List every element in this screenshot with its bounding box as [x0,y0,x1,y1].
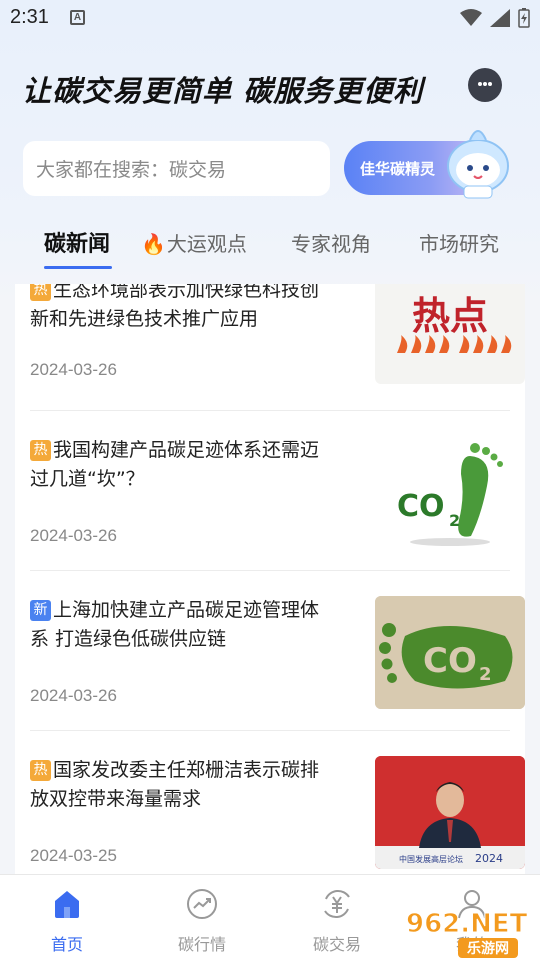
news-thumbnail: CO 2 [375,596,525,709]
news-title: 热国家发改委主任郑栅洁表示碳排放双控带来海量需求 [30,756,335,814]
message-button[interactable] [468,68,502,102]
news-title: 热我国构建产品碳足迹体系还需迈过几道“坎”？ [30,436,335,494]
news-title-text: 生态环境部表示加快绿色科技创新和先进绿色技术推广应用 [30,284,320,330]
watermark-logo: 962.NET 乐游网 [406,909,528,958]
news-date: 2024-03-25 [30,846,117,865]
hot-topic-image: 热点 [397,293,512,353]
speaker-photo-image: 中国发展高层论坛 2024 [375,756,525,869]
page-title: 让碳交易更简单 碳服务更便利 [22,74,424,108]
co2-text: CO [397,489,445,524]
home-icon [55,891,79,918]
hot-tag: 热 [30,284,51,301]
news-list: 热生态环境部表示加快绿色科技创新和先进绿色技术推广应用 2024-03-26 热… [15,284,525,874]
hot-topic-text: 热点 [412,293,488,338]
watermark-site: 乐游网 [467,940,509,957]
news-date: 2024-03-26 [30,526,117,545]
nav-label: 碳行情 [177,935,226,954]
tab-label: 大运观点 [166,232,247,256]
new-tag: 新 [30,600,51,621]
co2-grass-footprint-image: CO 2 [375,596,525,709]
category-tabs: 碳新闻 🔥大运观点 专家视角 市场研究 [0,220,540,270]
nav-trade[interactable]: 碳交易 [287,887,387,955]
chat-bubble-icon [478,82,492,86]
list-item[interactable]: 热生态环境部表示加快绿色科技创新和先进绿色技术推广应用 2024-03-26 热… [30,284,525,436]
mascot-icon [447,130,509,199]
assistant-label: 佳华碳精灵 [360,159,436,178]
forum-year-text: 2024 [475,852,503,865]
co2-text: CO [423,641,477,681]
trend-icon [187,889,217,919]
fire-icon: 🔥 [141,232,166,256]
tab-carbon-news[interactable]: 碳新闻 [44,226,110,258]
watermark-brand: 962.NET [406,909,528,939]
list-item[interactable]: 热我国构建产品碳足迹体系还需迈过几道“坎”？ 2024-03-26 CO 2 [30,436,525,596]
divider [30,730,510,731]
co2-footprint-image: CO 2 [397,443,503,546]
status-bar: 2:31 A [0,0,540,36]
tab-market-research[interactable]: 市场研究 [419,228,499,257]
news-thumbnail: 中国发展高层论坛 2024 [375,756,525,869]
nav-label: 首页 [50,935,83,954]
list-item[interactable]: 新上海加快建立产品碳足迹管理体系 打造绿色低碳供应链 2024-03-26 CO… [30,596,525,756]
divider [30,570,510,571]
news-date: 2024-03-26 [30,686,117,705]
news-title: 热生态环境部表示加快绿色科技创新和先进绿色技术推广应用 [30,284,335,334]
search-placeholder: 大家都在搜索：碳交易 [36,159,227,181]
nav-market[interactable]: 碳行情 [152,887,252,955]
hot-tag: 热 [30,760,51,781]
search-input[interactable]: 大家都在搜索：碳交易 [23,141,330,196]
yuan-exchange-icon [324,890,350,918]
news-thumbnail: CO 2 [375,436,525,549]
tab-dayun-viewpoint[interactable]: 🔥大运观点 [141,228,247,257]
wifi-icon [460,9,482,26]
status-time: 2:31 [10,6,49,28]
battery-icon [518,8,530,28]
news-title-text: 国家发改委主任郑栅洁表示碳排放双控带来海量需求 [30,759,320,810]
news-title-text: 我国构建产品碳足迹体系还需迈过几道“坎”？ [30,439,320,490]
nav-label: 碳交易 [312,935,361,954]
active-tab-indicator [44,266,112,269]
notification-icon: A [70,10,85,25]
forum-text: 中国发展高层论坛 [399,854,463,864]
signal-icon [490,9,510,27]
nav-home[interactable]: 首页 [17,887,117,955]
news-thumbnail: 热点 [375,284,525,384]
hot-tag: 热 [30,440,51,461]
co2-sub-text: 2 [449,511,460,530]
divider [30,410,510,411]
tab-expert-view[interactable]: 专家视角 [291,228,371,257]
status-icons [460,8,530,28]
news-title: 新上海加快建立产品碳足迹管理体系 打造绿色低碳供应链 [30,596,335,654]
list-item[interactable]: 热国家发改委主任郑栅洁表示碳排放双控带来海量需求 2024-03-25 中国发展… [30,756,525,874]
co2-sub-text: 2 [479,664,492,685]
news-date: 2024-03-26 [30,360,117,379]
news-title-text: 上海加快建立产品碳足迹管理体系 打造绿色低碳供应链 [30,599,320,650]
